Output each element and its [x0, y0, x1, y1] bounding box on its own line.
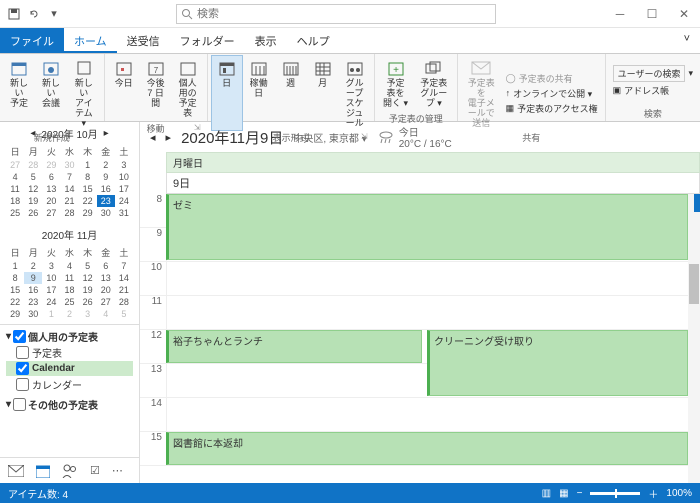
- mail-nav-icon[interactable]: [8, 465, 24, 477]
- event-lunch[interactable]: 裕子ちゃんとランチ: [166, 330, 422, 363]
- search-user-input[interactable]: ユーザーの検索▾: [610, 64, 696, 83]
- svg-text:+: +: [393, 65, 399, 76]
- zoom-out-icon[interactable]: −: [577, 488, 583, 499]
- qat-more-icon[interactable]: ▾: [46, 6, 62, 22]
- mini-calendar-november[interactable]: 2020年 11月 日月火水木金土 1234567 891011121314 1…: [0, 223, 139, 324]
- rain-icon: [377, 130, 395, 144]
- svg-text:7: 7: [153, 66, 158, 75]
- status-view-icon[interactable]: ▦: [559, 488, 568, 499]
- search-icon: [181, 8, 193, 20]
- undo-icon[interactable]: [26, 6, 42, 22]
- new-appointment-button[interactable]: 新しい 予定: [4, 56, 34, 130]
- share-calendar-button[interactable]: ◯予定表の共有: [503, 71, 601, 86]
- tasks-nav-icon[interactable]: ☑: [90, 464, 100, 477]
- next-7-days-button[interactable]: 7今後 7 日間: [141, 56, 171, 121]
- tab-sendrecv[interactable]: 送受信: [117, 28, 170, 53]
- minimize-button[interactable]: ─: [604, 0, 636, 28]
- ribbon-group-search: 検索: [610, 106, 696, 121]
- search-input[interactable]: [176, 4, 496, 24]
- ribbon-group-goto: 移動⇲: [109, 121, 203, 136]
- nav-more-icon[interactable]: ⋯: [112, 464, 123, 477]
- address-book-button[interactable]: ▣アドレス帳: [610, 83, 696, 98]
- ribbon-group-view: 表示形式⇲: [212, 130, 370, 145]
- calendar-group-button[interactable]: 予定表 グループ ▾: [414, 56, 452, 111]
- new-meeting-button[interactable]: 新しい 会議: [36, 56, 66, 130]
- event-semi[interactable]: ゼミ: [166, 194, 688, 260]
- personal-calendars-header[interactable]: ▾個人用の予定表: [6, 329, 133, 344]
- zoom-slider[interactable]: [590, 492, 640, 495]
- group-schedule-button[interactable]: グループ スケジュール: [340, 56, 370, 130]
- event-cleaning[interactable]: クリーニング受け取り: [427, 330, 688, 396]
- scrollbar[interactable]: [688, 194, 700, 483]
- tab-file[interactable]: ファイル: [0, 28, 64, 53]
- status-view-icon[interactable]: ▥: [542, 488, 551, 499]
- zoom-level: 100%: [666, 488, 692, 499]
- other-calendars-header[interactable]: ▾その他の予定表: [6, 397, 133, 412]
- day-name-header: 月曜日: [166, 152, 700, 173]
- quick-save-icon[interactable]: [6, 6, 22, 22]
- open-calendar-button[interactable]: +予定表を 開く ▾: [379, 56, 413, 111]
- calendar-nav-icon[interactable]: [36, 464, 50, 478]
- calendar-item[interactable]: カレンダー: [6, 376, 133, 393]
- maximize-button[interactable]: ☐: [636, 0, 668, 28]
- ribbon-group-share: 共有: [462, 130, 601, 145]
- month-view-button[interactable]: 月: [308, 56, 338, 130]
- email-calendar-button[interactable]: 予定表を 電子メールで送信: [462, 56, 501, 130]
- calendar-item[interactable]: Calendar: [6, 361, 133, 376]
- calendar-permissions-button[interactable]: ▦予定表のアクセス権: [503, 101, 601, 116]
- tab-folder[interactable]: フォルダー: [170, 28, 245, 53]
- ribbon-collapse-icon[interactable]: ˅: [674, 28, 700, 53]
- people-nav-icon[interactable]: [62, 464, 78, 478]
- tab-help[interactable]: ヘルプ: [287, 28, 340, 53]
- publish-online-button[interactable]: ↑オンラインで公開 ▾: [503, 86, 601, 101]
- personal-calendar-button[interactable]: 個人用の 予定表: [173, 56, 203, 121]
- tab-home[interactable]: ホーム: [64, 28, 117, 53]
- calendar-item[interactable]: 予定表: [6, 344, 133, 361]
- tab-view[interactable]: 表示: [245, 28, 287, 53]
- event-library[interactable]: 図書館に本返却: [166, 432, 688, 465]
- day-view-button[interactable]: 日: [212, 56, 242, 130]
- work-week-button[interactable]: 稼働日: [244, 56, 274, 130]
- day-number-header: 9日: [166, 173, 700, 194]
- ribbon-group-manage: 予定表の管理: [379, 111, 453, 126]
- time-grid[interactable]: ゼミ 裕子ちゃんとランチ クリーニング受け取り 図書館に本返却: [166, 194, 688, 483]
- weather-widget[interactable]: 今日20°C / 16°C: [377, 124, 452, 150]
- status-item-count: アイテム数: 4: [8, 486, 68, 501]
- ribbon-group-new: 新規作成: [4, 130, 100, 145]
- week-view-button[interactable]: 週: [276, 56, 306, 130]
- close-button[interactable]: ✕: [668, 0, 700, 28]
- zoom-in-icon[interactable]: ＋: [648, 486, 658, 501]
- today-button[interactable]: 今日: [109, 56, 139, 121]
- new-item-button[interactable]: 新しい アイテム ▾: [68, 56, 100, 130]
